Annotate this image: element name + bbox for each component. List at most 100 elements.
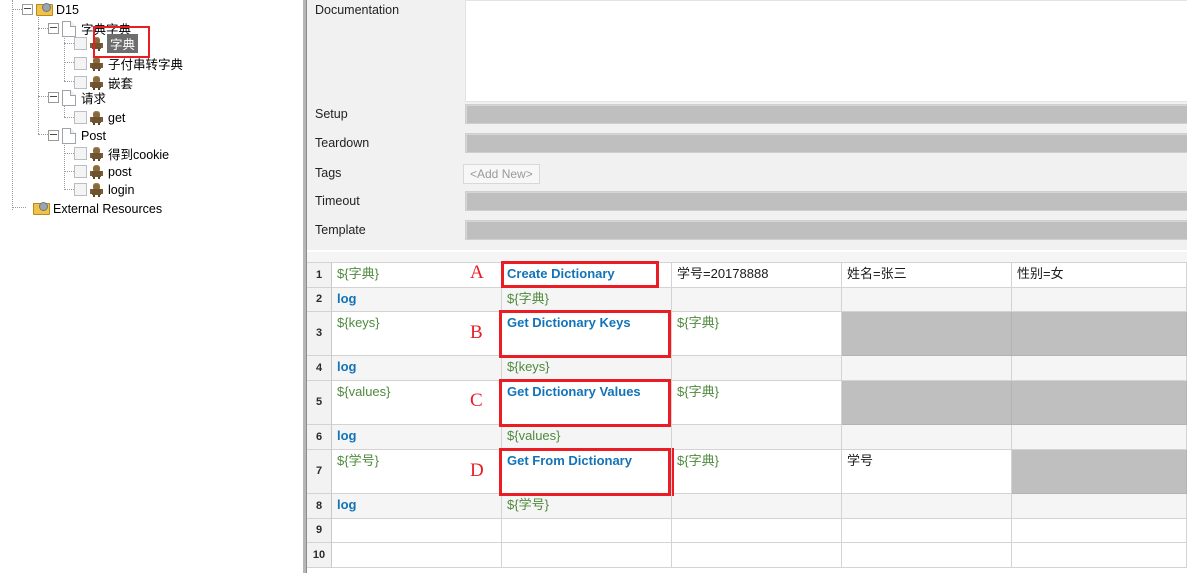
grid-cell-keyword[interactable]: Get Dictionary Values <box>502 381 672 425</box>
checkbox-icon[interactable] <box>74 165 87 178</box>
tree-guide-line <box>12 207 26 208</box>
grid-cell-argument[interactable]: 学号 <box>842 450 1012 494</box>
annotation-letter-a: A <box>470 262 484 283</box>
tree-node-label: Post <box>81 128 107 143</box>
tree-node-test-getcookie[interactable]: 得到cookie <box>74 144 169 163</box>
timeout-label: Timeout <box>315 194 360 208</box>
grid-cell-argument[interactable] <box>1012 450 1187 494</box>
grid-cell-argument[interactable] <box>1012 288 1187 312</box>
grid-cell-argument[interactable] <box>672 519 842 543</box>
checkbox-icon[interactable] <box>74 37 87 50</box>
grid-cell-argument[interactable] <box>1012 519 1187 543</box>
grid-cell-keyword[interactable]: Get From Dictionary <box>502 450 672 494</box>
grid-cell-argument[interactable] <box>842 519 1012 543</box>
checkbox-icon[interactable] <box>74 57 87 70</box>
grid-row-number[interactable]: 5 <box>307 381 332 425</box>
tree-node-test-post[interactable]: post <box>74 162 132 181</box>
grid-cell-keyword[interactable]: ${keys} <box>502 356 672 381</box>
grid-cell-assignment[interactable] <box>332 519 502 543</box>
tree-node-label: External Resources <box>53 201 163 216</box>
grid-cell-assignment[interactable] <box>332 543 502 568</box>
tree-node-label: 得到cookie <box>108 148 170 162</box>
timeout-field[interactable] <box>465 191 1187 211</box>
setup-label: Setup <box>315 107 348 121</box>
tree-node-root[interactable]: D15 <box>22 0 79 19</box>
grid-cell-argument[interactable] <box>672 425 842 450</box>
tree-node-test-str2dict[interactable]: 子付串转字典 <box>74 54 183 73</box>
grid-cell-argument[interactable] <box>842 288 1012 312</box>
tree-guide-line <box>12 0 13 210</box>
collapse-expander-icon[interactable] <box>48 23 59 34</box>
grid-cell-argument[interactable] <box>672 288 842 312</box>
documentation-label: Documentation <box>315 3 400 17</box>
grid-cell-keyword[interactable]: Get Dictionary Keys <box>502 312 672 356</box>
grid-cell-keyword[interactable]: Create Dictionary <box>502 263 672 288</box>
teardown-field[interactable] <box>465 133 1187 153</box>
suite-tree-panel[interactable]: D15 字典字典 字典 子付串转字典 嵌套 请求 get Post 得到cook… <box>0 0 303 573</box>
grid-cell-argument[interactable] <box>842 381 1012 425</box>
collapse-expander-icon[interactable] <box>22 4 33 15</box>
grid-cell-argument[interactable] <box>672 543 842 568</box>
grid-cell-argument[interactable]: 姓名=张三 <box>842 263 1012 288</box>
grid-cell-argument[interactable] <box>842 543 1012 568</box>
tree-node-label: 字典 <box>107 34 139 53</box>
grid-row-number[interactable]: 2 <box>307 288 332 312</box>
documentation-field[interactable] <box>465 0 1187 102</box>
tree-node-test-dict[interactable]: 字典 <box>74 34 139 53</box>
tree-node-external-resources[interactable]: External Resources <box>33 199 162 218</box>
grid-cell-argument[interactable] <box>1012 494 1187 519</box>
collapse-expander-icon[interactable] <box>48 92 59 103</box>
grid-row-number[interactable]: 6 <box>307 425 332 450</box>
tags-add-new-button[interactable]: <Add New> <box>463 164 540 184</box>
checkbox-icon[interactable] <box>74 111 87 124</box>
grid-row-number[interactable]: 9 <box>307 519 332 543</box>
tree-node-test-get[interactable]: get <box>74 108 125 127</box>
file-icon <box>62 127 76 144</box>
grid-header-strip <box>307 252 1187 263</box>
grid-cell-argument[interactable] <box>842 312 1012 356</box>
grid-row-number[interactable]: 1 <box>307 263 332 288</box>
grid-row-number[interactable]: 7 <box>307 450 332 494</box>
grid-cell-argument[interactable] <box>672 356 842 381</box>
grid-cell-keyword[interactable]: ${学号} <box>502 494 672 519</box>
template-field[interactable] <box>465 220 1187 240</box>
grid-row-number[interactable]: 8 <box>307 494 332 519</box>
grid-cell-assignment[interactable]: log <box>332 356 502 381</box>
grid-cell-argument[interactable] <box>1012 312 1187 356</box>
grid-cell-argument[interactable] <box>842 494 1012 519</box>
grid-cell-argument[interactable] <box>1012 356 1187 381</box>
grid-row-number[interactable]: 4 <box>307 356 332 381</box>
test-case-grid[interactable]: 1 ${字典} Create Dictionary 学号=20178888 姓名=张三性… <box>307 252 1187 573</box>
grid-row-number[interactable]: 3 <box>307 312 332 356</box>
grid-cell-argument[interactable]: ${字典} <box>672 312 842 356</box>
tree-node-test-login[interactable]: login <box>74 180 134 199</box>
grid-cell-argument[interactable] <box>842 356 1012 381</box>
grid-cell-keyword[interactable]: ${字典} <box>502 288 672 312</box>
grid-cell-argument[interactable]: 学号=20178888 <box>672 263 842 288</box>
collapse-expander-icon[interactable] <box>48 130 59 141</box>
tree-node-label: login <box>108 182 135 197</box>
tree-node-post-suite[interactable]: Post <box>48 126 106 145</box>
test-settings-panel: Documentation Setup Teardown Tags <Add N… <box>307 0 1187 250</box>
grid-cell-assignment[interactable]: log <box>332 288 502 312</box>
grid-cell-keyword[interactable]: ${values} <box>502 425 672 450</box>
grid-cell-argument[interactable]: 性别=女 <box>1012 263 1187 288</box>
grid-cell-keyword[interactable] <box>502 543 672 568</box>
grid-cell-argument[interactable]: ${字典} <box>672 450 842 494</box>
robot-icon <box>90 182 103 197</box>
grid-cell-argument[interactable] <box>1012 381 1187 425</box>
grid-cell-argument[interactable] <box>672 494 842 519</box>
grid-cell-assignment[interactable]: log <box>332 494 502 519</box>
grid-cell-argument[interactable] <box>842 425 1012 450</box>
grid-cell-keyword[interactable] <box>502 519 672 543</box>
setup-field[interactable] <box>465 104 1187 124</box>
grid-cell-argument[interactable] <box>1012 543 1187 568</box>
checkbox-icon[interactable] <box>74 183 87 196</box>
grid-row-number[interactable]: 10 <box>307 543 332 568</box>
grid-cell-assignment[interactable]: log <box>332 425 502 450</box>
grid-cell-argument[interactable]: ${字典} <box>672 381 842 425</box>
checkbox-icon[interactable] <box>74 147 87 160</box>
grid-cell-argument[interactable] <box>1012 425 1187 450</box>
tree-node-request-suite[interactable]: 请求 <box>48 88 106 107</box>
file-icon <box>62 89 76 106</box>
